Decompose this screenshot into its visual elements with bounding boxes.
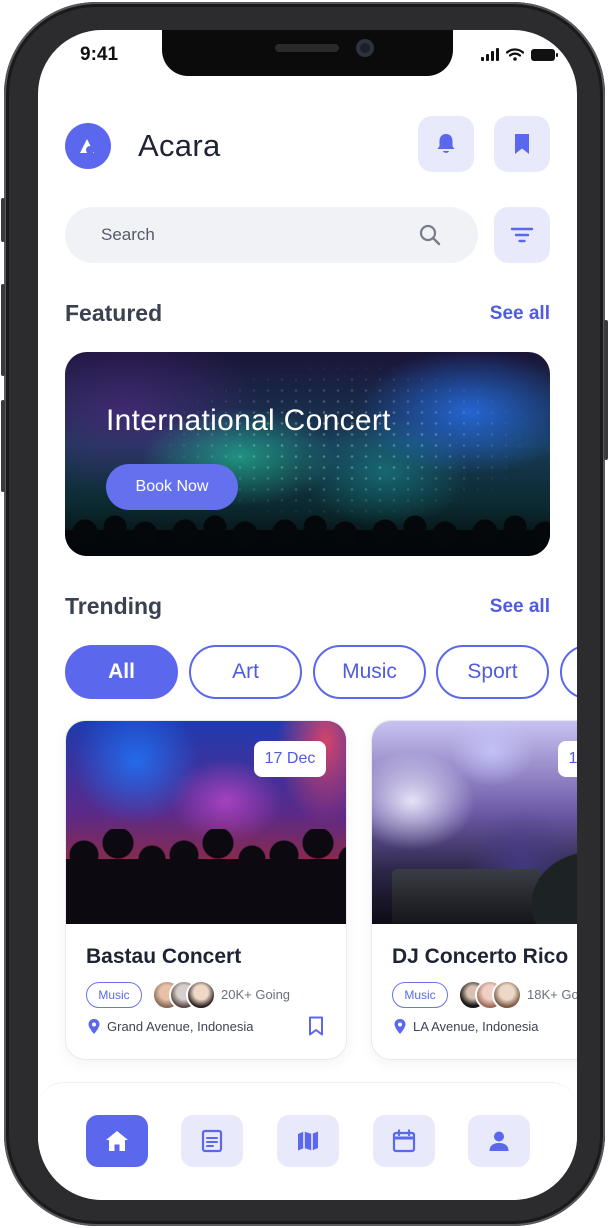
event-category-tag: Music	[86, 982, 142, 1008]
event-image: 17 Dec	[66, 721, 346, 924]
filter-button[interactable]	[494, 207, 550, 263]
power-button	[604, 320, 608, 460]
mute-switch	[1, 198, 5, 242]
bottom-navigation	[38, 1082, 577, 1200]
going-count: 18K+ Going	[527, 987, 577, 1002]
category-chip-art[interactable]: Art	[189, 645, 302, 699]
saved-button[interactable]	[494, 116, 550, 172]
event-date-badge: 17 Dec	[254, 741, 326, 777]
search-input[interactable]	[101, 225, 401, 245]
featured-event-title: International Concert	[106, 404, 391, 437]
calendar-icon	[392, 1129, 416, 1153]
event-date-badge: 17 Dec	[558, 741, 577, 777]
event-location-text: LA Avenue, Indonesia	[413, 1019, 539, 1034]
speaker	[275, 44, 339, 52]
attendee-avatars	[152, 980, 216, 1010]
banner-image-crowd	[65, 512, 550, 556]
attendee-avatars	[458, 980, 522, 1010]
volume-up-button	[1, 284, 5, 376]
filter-icon	[510, 227, 534, 243]
category-chip-music[interactable]: Music	[313, 645, 426, 699]
avatar	[492, 980, 522, 1010]
avatar	[186, 980, 216, 1010]
signal-icon	[481, 48, 499, 61]
bookmark-icon	[515, 134, 529, 154]
app-screen: 9:41 Acara Search Featured See all Inter…	[38, 30, 577, 1200]
app-logo-icon	[65, 123, 111, 169]
going-count: 20K+ Going	[221, 987, 291, 1002]
nav-tickets[interactable]	[181, 1115, 243, 1167]
notch	[162, 30, 453, 76]
featured-section-title: Featured	[65, 300, 163, 326]
category-chip-all[interactable]: All	[65, 645, 178, 699]
event-location: LA Avenue, Indonesia	[394, 1019, 539, 1034]
status-icons	[481, 48, 558, 61]
event-title: Bastau Concert	[86, 945, 242, 968]
battery-icon	[531, 48, 558, 61]
wifi-icon	[506, 48, 524, 61]
location-pin-icon	[394, 1019, 406, 1034]
featured-banner[interactable]: International Concert Book Now	[65, 352, 550, 556]
volume-down-button	[1, 400, 5, 492]
event-location: Grand Avenue, Indonesia	[88, 1019, 254, 1034]
phone-frame: 9:41 Acara Search Featured See all Inter…	[1, 2, 608, 1226]
nav-profile[interactable]	[468, 1115, 530, 1167]
dj-silhouette	[502, 784, 577, 924]
home-icon	[106, 1131, 128, 1151]
bell-icon	[437, 134, 455, 153]
crowd-silhouettes	[66, 829, 346, 924]
event-title: DJ Concerto Rico	[392, 945, 569, 968]
trending-section-title: Trending	[65, 593, 163, 619]
nav-calendar[interactable]	[373, 1115, 435, 1167]
notifications-button[interactable]	[418, 116, 474, 172]
event-category-tag: Music	[392, 982, 448, 1008]
featured-see-all-link[interactable]: See all	[490, 303, 550, 325]
location-pin-icon	[88, 1019, 100, 1034]
map-icon	[298, 1131, 318, 1151]
category-chip-more[interactable]	[560, 645, 577, 699]
search-icon[interactable]	[418, 223, 442, 247]
event-card[interactable]: 17 Dec DJ Concerto Rico Music 18K+ Going…	[371, 720, 577, 1060]
bookmark-outline-icon[interactable]	[308, 1016, 324, 1036]
nav-home[interactable]	[86, 1115, 148, 1167]
ticket-icon	[201, 1129, 223, 1153]
event-card[interactable]: 17 Dec Bastau Concert Music 20K+ Going G…	[65, 720, 347, 1060]
nav-map[interactable]	[277, 1115, 339, 1167]
profile-icon	[489, 1131, 509, 1151]
book-now-button[interactable]: Book Now	[106, 464, 238, 510]
event-image: 17 Dec	[372, 721, 577, 924]
app-title: Acara	[138, 128, 221, 163]
status-time: 9:41	[80, 44, 119, 65]
event-location-text: Grand Avenue, Indonesia	[107, 1019, 254, 1034]
search-bar[interactable]	[65, 207, 478, 263]
category-chip-sport[interactable]: Sport	[436, 645, 549, 699]
trending-see-all-link[interactable]: See all	[490, 596, 550, 618]
front-camera	[356, 39, 374, 57]
